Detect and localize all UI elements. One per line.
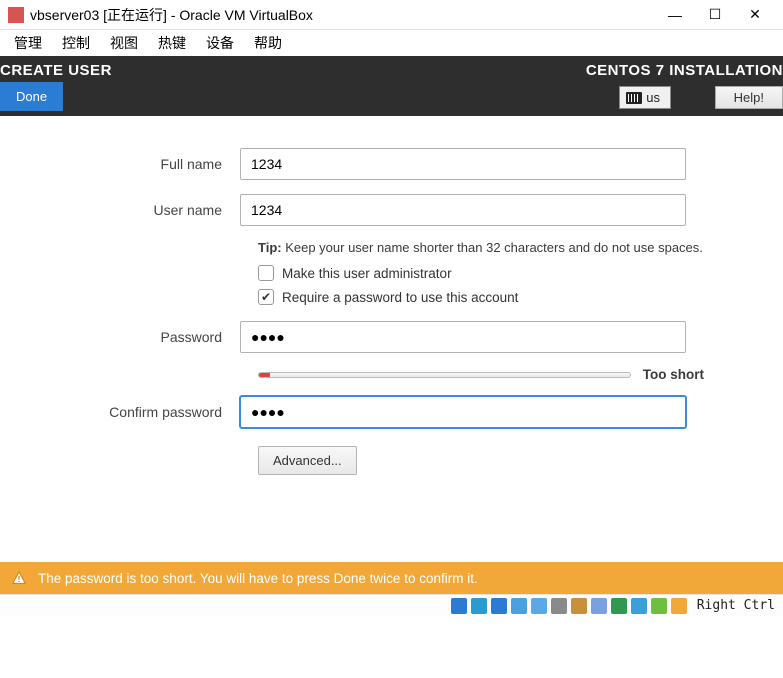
window-title: vbserver03 [正在运行] - Oracle VM VirtualBox [30, 5, 655, 25]
menu-help[interactable]: 帮助 [244, 31, 292, 55]
full-name-label: Full name [30, 156, 240, 172]
minimize-button[interactable]: — [655, 1, 695, 29]
status-clipboard-icon[interactable] [651, 598, 667, 614]
user-name-label: User name [30, 202, 240, 218]
status-optical-icon[interactable] [471, 598, 487, 614]
menu-control[interactable]: 控制 [52, 31, 100, 55]
password-strength-text: Too short [643, 367, 704, 382]
keyboard-layout-indicator[interactable]: us [619, 86, 671, 109]
username-tip: Tip: Keep your user name shorter than 32… [258, 240, 704, 255]
password-label: Password [30, 329, 240, 345]
require-password-label: Require a password to use this account [282, 290, 518, 305]
advanced-button[interactable]: Advanced... [258, 446, 357, 475]
installer-topbar: CREATE USER CENTOS 7 INSTALLATION Done u… [0, 56, 783, 116]
menu-input[interactable]: 热键 [148, 31, 196, 55]
password-strength-bar [258, 372, 631, 378]
keyboard-layout-label: us [646, 90, 660, 105]
confirm-password-input[interactable] [240, 396, 686, 428]
maximize-button[interactable]: ☐ [695, 1, 735, 29]
require-password-checkbox[interactable] [258, 289, 274, 305]
password-input[interactable] [240, 321, 686, 353]
password-strength-fill [259, 373, 270, 377]
admin-checkbox[interactable] [258, 265, 274, 281]
status-display-icon[interactable] [571, 598, 587, 614]
guest-screen: CREATE USER CENTOS 7 INSTALLATION Done u… [0, 56, 783, 616]
status-usb-icon[interactable] [531, 598, 547, 614]
menu-view[interactable]: 视图 [100, 31, 148, 55]
virtualbox-icon [8, 7, 24, 23]
close-button[interactable]: ✕ [735, 1, 775, 29]
create-user-form: Full name User name Tip: Keep your user … [0, 116, 783, 495]
install-title: CENTOS 7 INSTALLATION [586, 62, 783, 79]
vbox-statusbar: Right Ctrl [0, 594, 783, 616]
status-cpu-icon[interactable] [611, 598, 627, 614]
keyboard-icon [626, 92, 642, 104]
admin-checkbox-label: Make this user administrator [282, 266, 452, 281]
status-mouse-icon[interactable] [631, 598, 647, 614]
menu-manage[interactable]: 管理 [4, 31, 52, 55]
vbox-menubar: 管理 控制 视图 热键 设备 帮助 [0, 30, 783, 56]
warning-icon: ! [12, 571, 26, 585]
full-name-input[interactable] [240, 148, 686, 180]
warning-bar: ! The password is too short. You will ha… [0, 562, 783, 594]
help-button[interactable]: Help! [715, 86, 783, 109]
status-recording-icon[interactable] [591, 598, 607, 614]
confirm-password-label: Confirm password [30, 404, 240, 420]
done-button[interactable]: Done [0, 82, 63, 111]
window-titlebar: vbserver03 [正在运行] - Oracle VM VirtualBox… [0, 0, 783, 30]
menu-devices[interactable]: 设备 [196, 31, 244, 55]
status-network-icon[interactable] [511, 598, 527, 614]
tip-prefix: Tip: [258, 240, 282, 255]
user-name-input[interactable] [240, 194, 686, 226]
status-hdd-icon[interactable] [451, 598, 467, 614]
status-audio-icon[interactable] [491, 598, 507, 614]
status-drag-icon[interactable] [671, 598, 687, 614]
status-shared-folder-icon[interactable] [551, 598, 567, 614]
host-key-indicator: Right Ctrl [697, 598, 775, 613]
svg-text:!: ! [18, 574, 21, 584]
tip-text: Keep your user name shorter than 32 char… [282, 240, 703, 255]
warning-text: The password is too short. You will have… [38, 571, 478, 586]
